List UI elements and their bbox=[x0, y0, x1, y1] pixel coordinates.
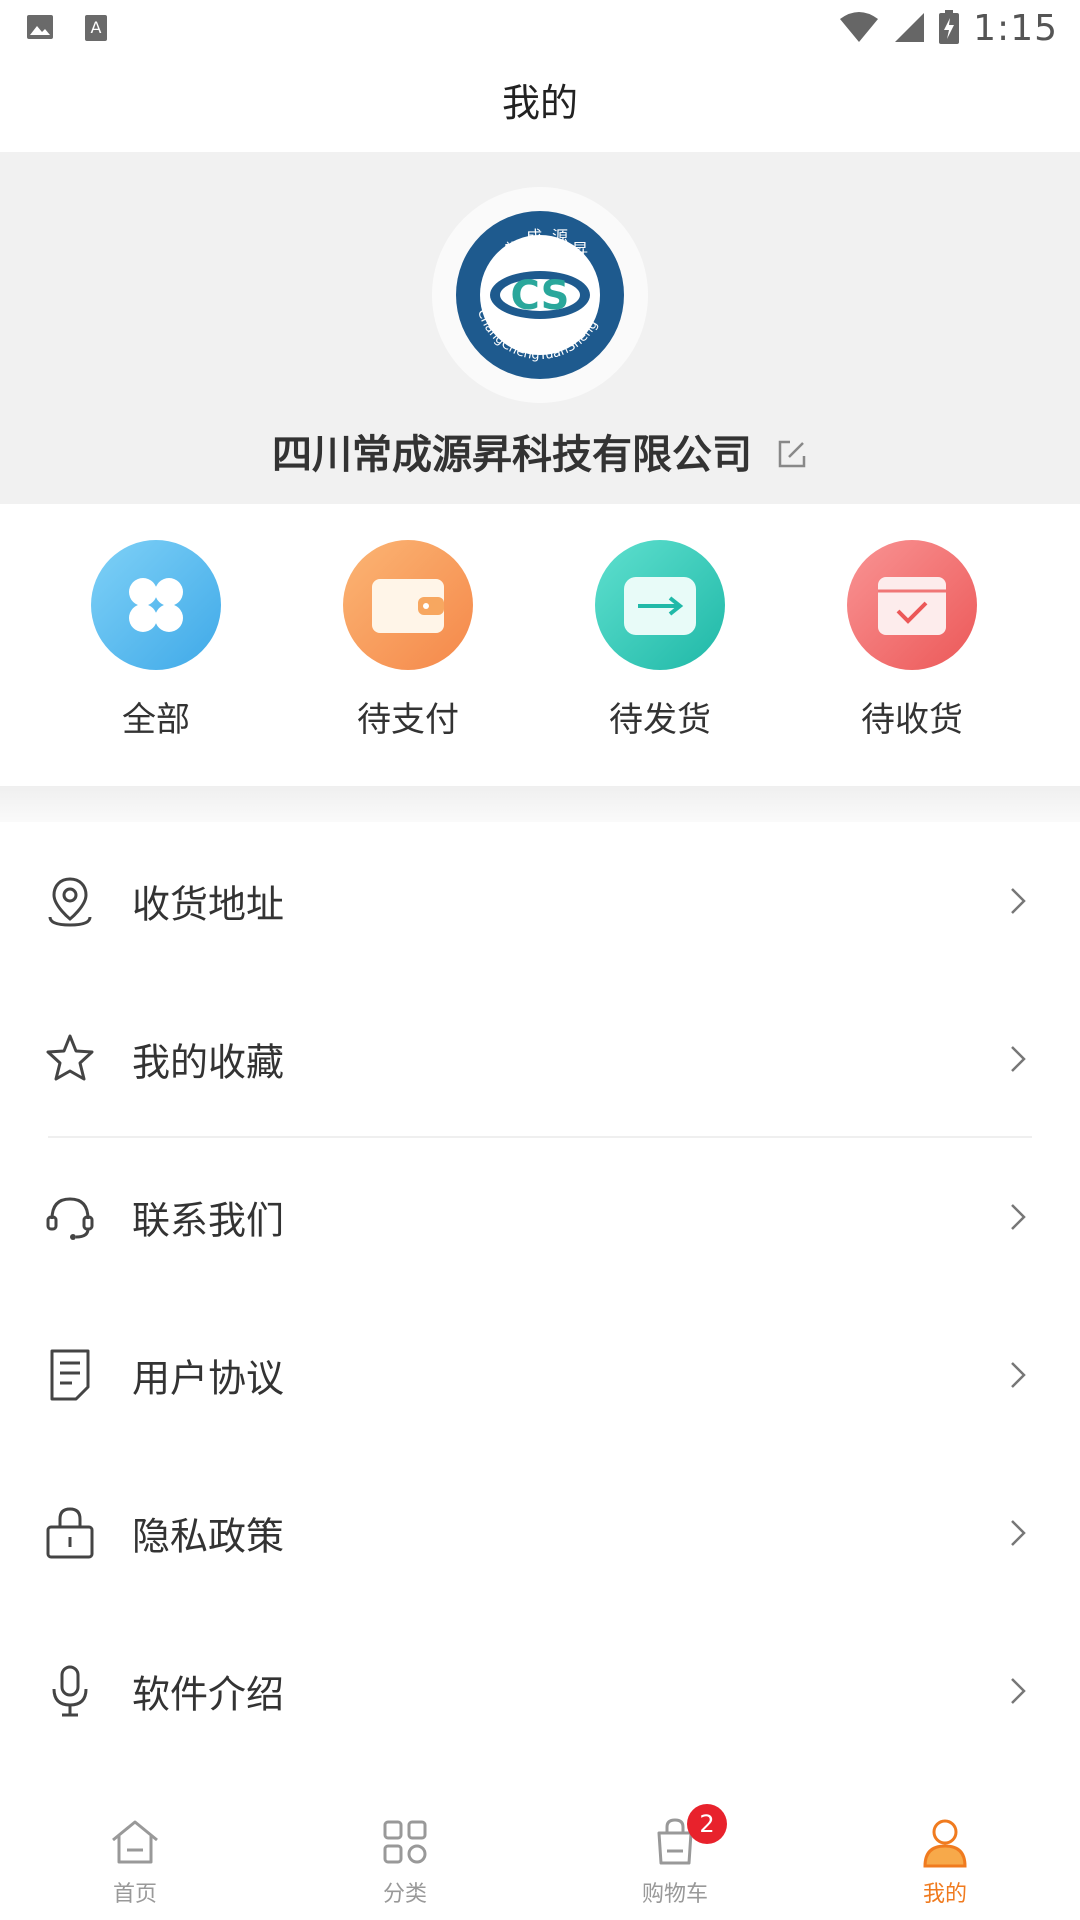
svg-text:A: A bbox=[91, 18, 102, 37]
order-pending-receive-label: 待收货 bbox=[861, 700, 963, 740]
section-divider bbox=[0, 786, 1080, 822]
tab-category[interactable]: 分类 bbox=[325, 1812, 485, 1908]
order-shortcuts: 全部 待支付 待发货 待收货 bbox=[0, 540, 1080, 740]
status-bar: A 1:15 bbox=[0, 0, 1080, 60]
menu-label: 收货地址 bbox=[132, 882, 285, 927]
order-pending-payment-label: 待支付 bbox=[357, 700, 459, 740]
menu-label: 软件介绍 bbox=[132, 1672, 285, 1717]
star-icon bbox=[46, 1034, 94, 1081]
document-icon bbox=[50, 1349, 90, 1401]
logo-char-4: 昇 bbox=[572, 240, 588, 259]
wallet-icon bbox=[343, 540, 473, 670]
cart-bag-icon bbox=[595, 1812, 755, 1872]
ship-icon bbox=[595, 540, 725, 670]
tab-cart[interactable]: 2 购物车 bbox=[595, 1804, 755, 1908]
bottom-tab-bar: 首页 分类 2 购物车 我的 bbox=[0, 1800, 1080, 1920]
home-icon bbox=[55, 1812, 215, 1872]
tab-label: 我的 bbox=[922, 1882, 967, 1907]
edit-icon[interactable] bbox=[776, 434, 808, 480]
logo-char-3: 源 bbox=[552, 227, 568, 246]
lock-icon bbox=[46, 1507, 94, 1559]
user-icon bbox=[865, 1812, 1025, 1872]
order-all-label: 全部 bbox=[122, 700, 190, 740]
menu-item-contact[interactable]: 联系我们 bbox=[0, 1138, 1080, 1296]
headset-icon bbox=[46, 1197, 94, 1240]
battery-charging-icon bbox=[939, 9, 960, 48]
menu-list: 收货地址 我的收藏 联系我们 用户协议 隐私政策 软件介绍 bbox=[0, 822, 1080, 1770]
menu-label: 我的收藏 bbox=[132, 1040, 285, 1085]
grid-icon bbox=[91, 540, 221, 670]
tab-label: 分类 bbox=[382, 1882, 427, 1907]
page-title: 我的 bbox=[501, 81, 578, 125]
tab-mine[interactable]: 我的 bbox=[865, 1812, 1025, 1908]
menu-label: 用户协议 bbox=[132, 1356, 285, 1401]
text-notification-icon: A bbox=[84, 14, 108, 46]
order-pending-payment-button[interactable]: 待支付 bbox=[308, 540, 508, 741]
order-pending-receive-button[interactable]: 待收货 bbox=[812, 540, 1012, 741]
menu-label: 隐私政策 bbox=[132, 1514, 285, 1559]
chevron-right-icon bbox=[1011, 1520, 1026, 1546]
signal-icon bbox=[893, 11, 925, 47]
chevron-right-icon bbox=[1011, 1204, 1026, 1230]
menu-item-address[interactable]: 收货地址 bbox=[0, 822, 1080, 980]
image-notification-icon bbox=[26, 14, 54, 46]
category-icon bbox=[325, 1812, 485, 1872]
chevron-right-icon bbox=[1011, 888, 1026, 914]
company-logo: 常 成 源 昇 ChangChengYuanSheng CS bbox=[456, 211, 624, 379]
location-pin-icon bbox=[48, 877, 92, 927]
chevron-right-icon bbox=[1011, 1362, 1026, 1388]
chevron-right-icon bbox=[1011, 1678, 1026, 1704]
company-name-row: 四川常成源昇科技有限公司 bbox=[0, 422, 1080, 480]
menu-item-privacy[interactable]: 隐私政策 bbox=[0, 1454, 1080, 1612]
company-name: 四川常成源昇科技有限公司 bbox=[272, 432, 753, 478]
profile-section: 常 成 源 昇 ChangChengYuanSheng CS 四川常成源昇科技有… bbox=[0, 152, 1080, 504]
chevron-right-icon bbox=[1011, 1046, 1026, 1072]
menu-item-favorites[interactable]: 我的收藏 bbox=[0, 980, 1080, 1138]
menu-item-about-app[interactable]: 软件介绍 bbox=[0, 1612, 1080, 1770]
order-all-button[interactable]: 全部 bbox=[56, 540, 256, 741]
tab-label: 购物车 bbox=[641, 1882, 708, 1907]
cart-count-badge: 2 bbox=[687, 1804, 727, 1844]
status-time: 1:15 bbox=[973, 8, 1058, 49]
logo-center-text: CS bbox=[511, 273, 570, 319]
order-pending-ship-label: 待发货 bbox=[609, 700, 711, 740]
avatar[interactable]: 常 成 源 昇 ChangChengYuanSheng CS bbox=[432, 187, 648, 403]
microphone-icon bbox=[52, 1665, 88, 1717]
tab-home[interactable]: 首页 bbox=[55, 1812, 215, 1908]
wifi-icon bbox=[839, 11, 879, 47]
logo-char-2: 成 bbox=[526, 227, 542, 246]
logo-char-1: 常 bbox=[504, 240, 520, 259]
tab-label: 首页 bbox=[112, 1882, 157, 1907]
order-pending-ship-button[interactable]: 待发货 bbox=[560, 540, 760, 741]
menu-item-user-agreement[interactable]: 用户协议 bbox=[0, 1296, 1080, 1454]
receive-icon bbox=[847, 540, 977, 670]
menu-label: 联系我们 bbox=[132, 1198, 285, 1243]
